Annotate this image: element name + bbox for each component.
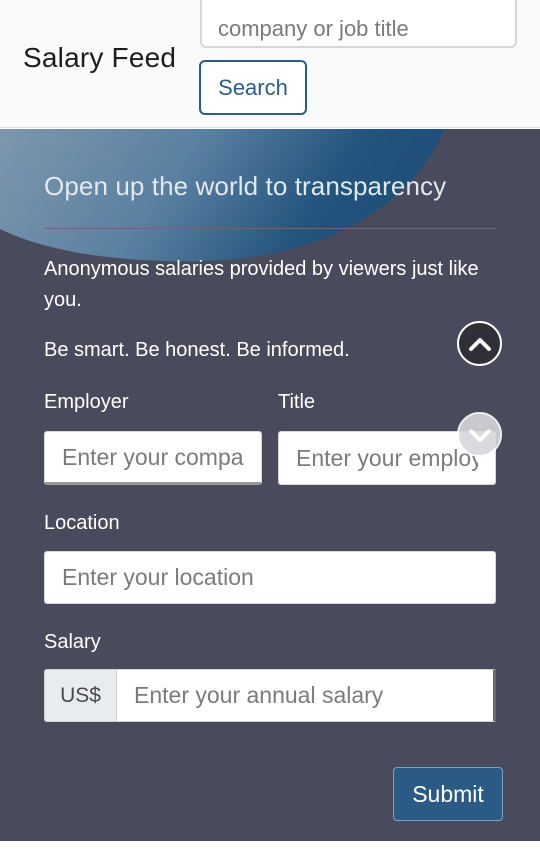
chevron-down-icon	[468, 428, 491, 442]
panel-description: Anonymous salaries provided by viewers j…	[44, 258, 479, 311]
panel-heading: Open up the world to transparency	[44, 171, 447, 201]
location-field[interactable]	[44, 551, 496, 604]
title-label: Title	[278, 391, 316, 413]
page-title: Salary Feed	[23, 42, 177, 73]
salary-label: Salary	[44, 631, 101, 653]
employer-field[interactable]	[44, 431, 262, 485]
salary-form-panel: Open up the world to transparency Anonym…	[0, 129, 540, 841]
submit-button[interactable]: Submit	[393, 767, 503, 821]
scroll-down-button[interactable]	[457, 412, 502, 457]
salary-field[interactable]	[117, 669, 496, 722]
scroll-up-button[interactable]	[457, 321, 502, 366]
chevron-up-icon	[468, 337, 491, 351]
divider	[44, 228, 496, 229]
employer-label: Employer	[44, 391, 129, 413]
panel-tagline: Be smart. Be honest. Be informed.	[44, 339, 350, 361]
search-input[interactable]	[200, 0, 517, 48]
salary-input-group: US$	[44, 669, 496, 722]
bottom-strip	[0, 841, 540, 854]
location-label: Location	[44, 512, 120, 534]
search-button[interactable]: Search	[199, 60, 307, 115]
top-header: Salary Feed Search	[0, 0, 540, 128]
currency-prefix: US$	[44, 669, 117, 722]
